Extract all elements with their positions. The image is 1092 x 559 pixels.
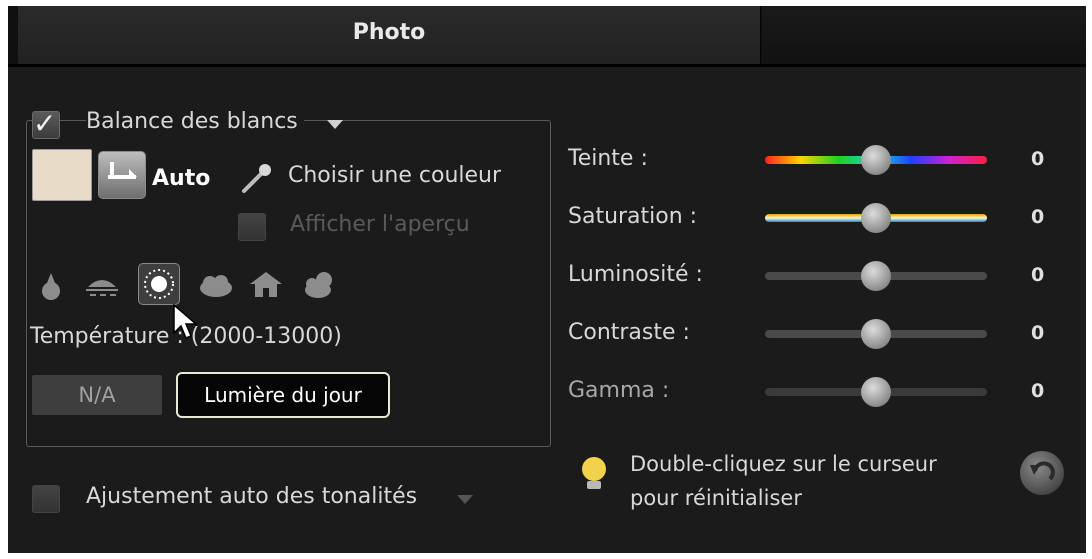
white-balance-label: Balance des blancs <box>86 109 304 134</box>
auto-balance-icon <box>108 162 137 179</box>
auto-tone-dropdown-icon[interactable] <box>457 495 473 504</box>
luminosity-slider-knob[interactable] <box>861 261 891 291</box>
hue-slider-knob[interactable] <box>861 145 891 175</box>
hint-line-1: Double-cliquez sur le curseur <box>630 452 937 476</box>
saturation-value: 0 <box>1031 206 1045 228</box>
contrast-slider-knob[interactable] <box>861 319 891 349</box>
auto-tone-label: Ajustement auto des tonalités <box>86 484 418 509</box>
gamma-value: 0 <box>1031 380 1045 402</box>
auto-tone-checkbox[interactable] <box>32 485 60 513</box>
auto-white-balance-button[interactable] <box>98 151 146 199</box>
house-shade-icon[interactable] <box>246 270 286 300</box>
luminosity-value: 0 <box>1031 264 1045 286</box>
cloud-sun-icon[interactable] <box>300 268 340 302</box>
hue-label: Teinte : <box>568 146 648 171</box>
preview-checkbox[interactable] <box>238 213 266 241</box>
hint-line-2: pour réinitialiser <box>630 486 802 510</box>
preset-tooltip: Lumière du jour <box>176 372 390 418</box>
saturation-label: Saturation : <box>568 204 698 229</box>
hue-value: 0 <box>1031 148 1045 170</box>
reset-button[interactable] <box>1020 451 1064 495</box>
lightbulb-icon <box>582 457 606 489</box>
photo-adjust-panel: Photo ✓ Balance des blancs Auto Choisir … <box>8 6 1086 553</box>
tab-secondary[interactable] <box>762 6 1086 64</box>
mouse-pointer-icon <box>173 303 199 339</box>
sun-icon[interactable] <box>138 263 180 305</box>
white-balance-dropdown-icon[interactable] <box>327 120 343 129</box>
gamma-label: Gamma : <box>568 378 670 403</box>
luminosity-label: Luminosité : <box>568 262 703 287</box>
pick-color-button[interactable]: Choisir une couleur <box>288 163 501 188</box>
saturation-slider-knob[interactable] <box>861 203 891 233</box>
tab-photo[interactable]: Photo <box>18 6 761 64</box>
cloud-icon[interactable] <box>196 272 236 300</box>
auto-label: Auto <box>152 166 211 191</box>
gamma-slider-knob[interactable] <box>861 377 891 407</box>
white-balance-color-swatch[interactable] <box>32 149 92 201</box>
undo-arrow-icon <box>1030 461 1055 481</box>
candle-icon[interactable] <box>38 271 64 301</box>
contrast-value: 0 <box>1031 322 1045 344</box>
contrast-label: Contraste : <box>568 320 690 345</box>
tab-bar: Photo <box>8 6 1086 67</box>
temperature-value-field[interactable]: N/A <box>32 375 162 415</box>
lamp-icon[interactable] <box>82 271 122 301</box>
tab-divider <box>8 64 1086 67</box>
white-balance-checkbox[interactable]: ✓ <box>32 107 60 140</box>
checkmark-icon: ✓ <box>33 107 57 140</box>
preview-label: Afficher l'aperçu <box>290 212 470 237</box>
eyedropper-icon[interactable] <box>238 161 274 197</box>
